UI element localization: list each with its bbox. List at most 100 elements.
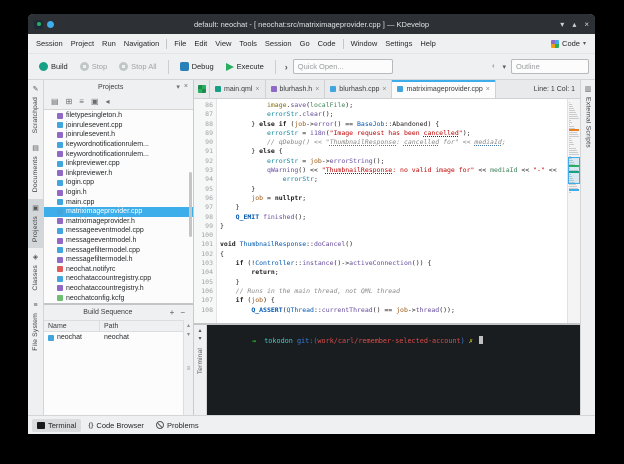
menu-run[interactable]: Run [98, 39, 120, 48]
menu-session[interactable]: Session [261, 39, 296, 48]
tree-item[interactable]: joinrulesevent.h [44, 130, 193, 140]
code-line[interactable]: { [220, 250, 567, 259]
execute-button[interactable]: Execute [221, 59, 269, 74]
code-line[interactable]: } [220, 222, 567, 231]
menu-settings[interactable]: Settings [381, 39, 416, 48]
tree-scrollbar[interactable] [189, 172, 192, 238]
menu-go[interactable]: Go [296, 39, 314, 48]
code-line[interactable]: } [220, 203, 567, 212]
menu-navigation[interactable]: Navigation [120, 39, 163, 48]
code-area[interactable]: image.save(localFile); errorStr.clear();… [217, 99, 567, 323]
code-editor[interactable]: 8687888990919293949596979899100101102103… [194, 99, 580, 323]
document-switcher-button[interactable] [194, 80, 210, 98]
tree-item[interactable]: messagefiltermodel.h [44, 255, 193, 265]
menu-window[interactable]: Window [347, 39, 382, 48]
menu-project[interactable]: Project [67, 39, 98, 48]
tree-item[interactable]: neochataccountregistry.h [44, 284, 193, 294]
outline-input[interactable] [511, 59, 589, 74]
chevron-down-icon[interactable]: ▾ [499, 63, 509, 71]
area-switcher-button[interactable]: Code▾ [546, 39, 591, 48]
build-button[interactable]: Build [34, 59, 73, 74]
editor-tab-blurhash-cpp[interactable]: blurhash.cpp× [325, 80, 392, 98]
tree-item[interactable]: login.h [44, 188, 193, 198]
remove-button[interactable]: − [177, 308, 188, 317]
sidebar-tab-projects[interactable]: ▣Projects [28, 199, 43, 248]
code-line[interactable]: Q_EMIT finished(); [220, 213, 567, 222]
statusbar-item-terminal[interactable]: Terminal [32, 419, 81, 432]
titlebar[interactable]: default: neochat - [ neochat:src/matrixi… [28, 14, 595, 34]
build-sequence-scrollbar[interactable]: ▴ ▾ ≡ [183, 320, 193, 415]
sidebar-tab-classes[interactable]: ◈Classes [28, 248, 43, 297]
add-button[interactable]: + [167, 308, 178, 317]
sidebar-tab-documents[interactable]: ▤Documents [28, 139, 43, 198]
statusbar-item-code-browser[interactable]: {}Code Browser [83, 419, 149, 432]
code-line[interactable]: errorStr.clear(); [220, 110, 567, 119]
tree-item[interactable]: messageeventmodel.h [44, 236, 193, 246]
editor-tab-matriximageprovider-cpp[interactable]: matriximageprovider.cpp× [392, 80, 495, 98]
tree-item[interactable]: messageeventmodel.cpp [44, 226, 193, 236]
code-line[interactable]: void ThumbnailResponse::doCancel() [220, 240, 567, 249]
tree-item[interactable]: keywordnotificationrulem... [44, 140, 193, 150]
terminal-up-icon[interactable]: ▴ [198, 327, 201, 334]
code-line[interactable]: errorStr = job->errorString(); [220, 157, 567, 166]
scroll-up-icon[interactable]: ▴ [187, 322, 190, 329]
tree-item[interactable]: matriximageprovider.h [44, 217, 193, 227]
close-icon[interactable]: × [315, 86, 319, 93]
tree-item[interactable]: main.cpp [44, 197, 193, 207]
close-icon[interactable]: × [255, 86, 259, 93]
sidebar-tab-file-system[interactable]: ≡File System [28, 296, 43, 357]
close-icon[interactable]: × [486, 86, 490, 93]
terminal-output[interactable]: → tokodon git:(work/carl/remember-select… [207, 325, 580, 415]
code-line[interactable]: errorStr; [220, 175, 567, 184]
menu-icon[interactable]: ≡ [187, 366, 191, 372]
menu-session[interactable]: Session [32, 39, 67, 48]
tree-item[interactable]: login.cpp [44, 178, 193, 188]
minimap[interactable] [567, 99, 580, 323]
tree-item[interactable]: matriximageprovider.cpp [44, 207, 193, 217]
tree-item[interactable]: neochataccountregistry.cpp [44, 274, 193, 284]
menu-edit[interactable]: Edit [190, 39, 211, 48]
projects-list-icon[interactable]: ▤ [51, 97, 59, 106]
code-line[interactable]: image.save(localFile); [220, 101, 567, 110]
code-line[interactable]: if (!Controller::instance()->activeConne… [220, 259, 567, 268]
close-icon[interactable]: × [382, 86, 386, 93]
back-icon[interactable]: ‹ [489, 63, 497, 70]
menu-view[interactable]: View [211, 39, 235, 48]
menu-help[interactable]: Help [416, 39, 439, 48]
table-row[interactable]: neochatneochat [44, 332, 183, 343]
terminal-down-icon[interactable]: ▾ [198, 335, 201, 342]
sidebar-tab-scratchpad[interactable]: ✎Scratchpad [28, 80, 43, 139]
code-line[interactable]: errorStr = i18n("Image request has been … [220, 129, 567, 138]
code-line[interactable]: job = nullptr; [220, 194, 567, 203]
terminal-strip-label[interactable]: Terminal [197, 348, 204, 374]
projects-folder-icon[interactable]: ▣ [91, 97, 99, 106]
code-line[interactable]: } else { [220, 147, 567, 156]
projects-add-icon[interactable]: ⊞ [66, 97, 73, 106]
close-panel-icon[interactable]: × [184, 83, 188, 91]
menu-tools[interactable]: Tools [235, 39, 261, 48]
statusbar-item-problems[interactable]: Problems [151, 419, 204, 432]
minimize-button[interactable]: ▾ [560, 20, 564, 29]
projects-target-icon[interactable]: ◂ [106, 97, 110, 106]
code-line[interactable]: // Runs in the main thread, not QML thre… [220, 287, 567, 296]
editor-tab-blurhash-h[interactable]: blurhash.h× [266, 80, 326, 98]
maximize-button[interactable]: ▴ [572, 20, 576, 29]
code-line[interactable]: qWarning() << "ThumbnailResponse: no val… [220, 166, 567, 175]
float-panel-icon[interactable]: ▾ [176, 83, 180, 91]
quick-open-input[interactable] [293, 59, 393, 74]
tree-item[interactable]: messagefiltermodel.cpp [44, 245, 193, 255]
code-line[interactable]: } [220, 278, 567, 287]
code-line[interactable] [220, 231, 567, 240]
code-line[interactable]: } else if (job->error() == BaseJob::Aban… [220, 120, 567, 129]
code-line[interactable]: Q_ASSERT(QThread::currentThread() == job… [220, 306, 567, 315]
tree-item[interactable]: neochat.notifyrc [44, 265, 193, 275]
tree-item[interactable]: keywordnotificationrulem... [44, 149, 193, 159]
menu-file[interactable]: File [170, 39, 190, 48]
code-line[interactable]: } [220, 185, 567, 194]
tree-item[interactable]: linkpreviewer.h [44, 169, 193, 179]
code-line[interactable]: if (job) { [220, 296, 567, 305]
code-line[interactable]: return; [220, 268, 567, 277]
sidebar-tab-external-scripts[interactable]: ▥External Scripts [581, 80, 595, 154]
projects-settings-icon[interactable]: ≡ [79, 97, 84, 106]
scroll-down-icon[interactable]: ▾ [187, 331, 190, 338]
